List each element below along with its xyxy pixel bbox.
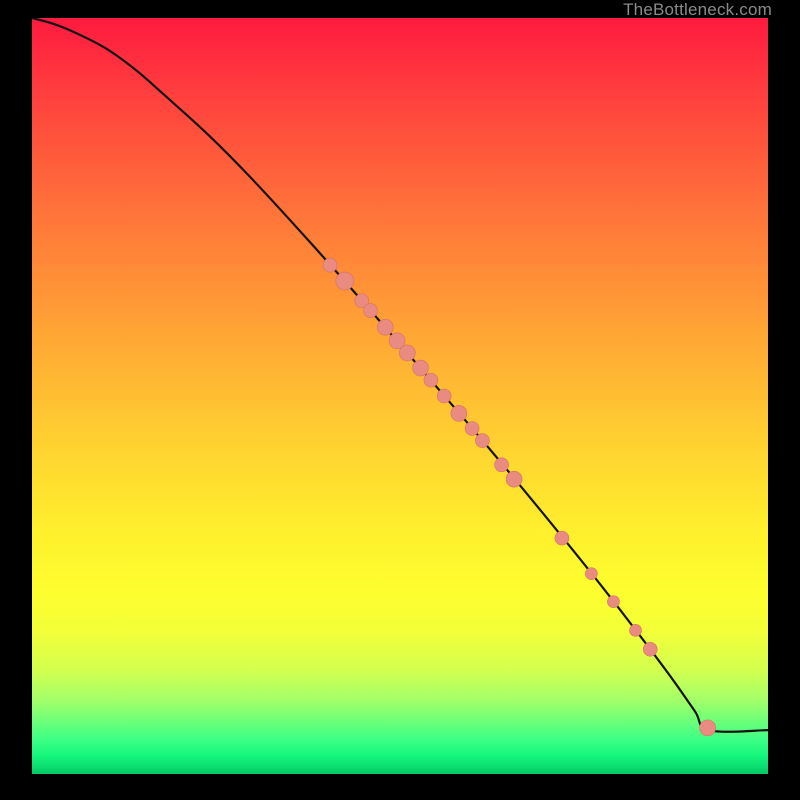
scatter-point xyxy=(506,471,522,487)
scatter-point xyxy=(336,272,354,290)
scatter-point xyxy=(585,568,597,580)
scatter-point xyxy=(475,434,489,448)
scatter-point xyxy=(643,642,657,656)
scatter-point xyxy=(424,373,438,387)
scatter-point xyxy=(630,624,642,636)
scatter-point xyxy=(437,389,451,403)
scatter-point xyxy=(495,458,509,472)
chart-plot xyxy=(32,18,768,774)
scatter-point xyxy=(323,258,337,272)
scatter-point xyxy=(465,422,479,436)
scatter-point xyxy=(377,319,393,335)
scatter-point xyxy=(607,596,619,608)
curve-line xyxy=(32,18,768,732)
scatter-point xyxy=(700,720,716,736)
scatter-point xyxy=(555,531,569,545)
scatter-point xyxy=(451,405,467,421)
scatter-point xyxy=(413,360,429,376)
watermark-text: TheBottleneck.com xyxy=(492,0,772,20)
scatter-point xyxy=(399,345,415,361)
chart-container: TheBottleneck.com xyxy=(0,0,800,800)
scatter-markers xyxy=(323,258,716,736)
scatter-point xyxy=(364,304,378,318)
